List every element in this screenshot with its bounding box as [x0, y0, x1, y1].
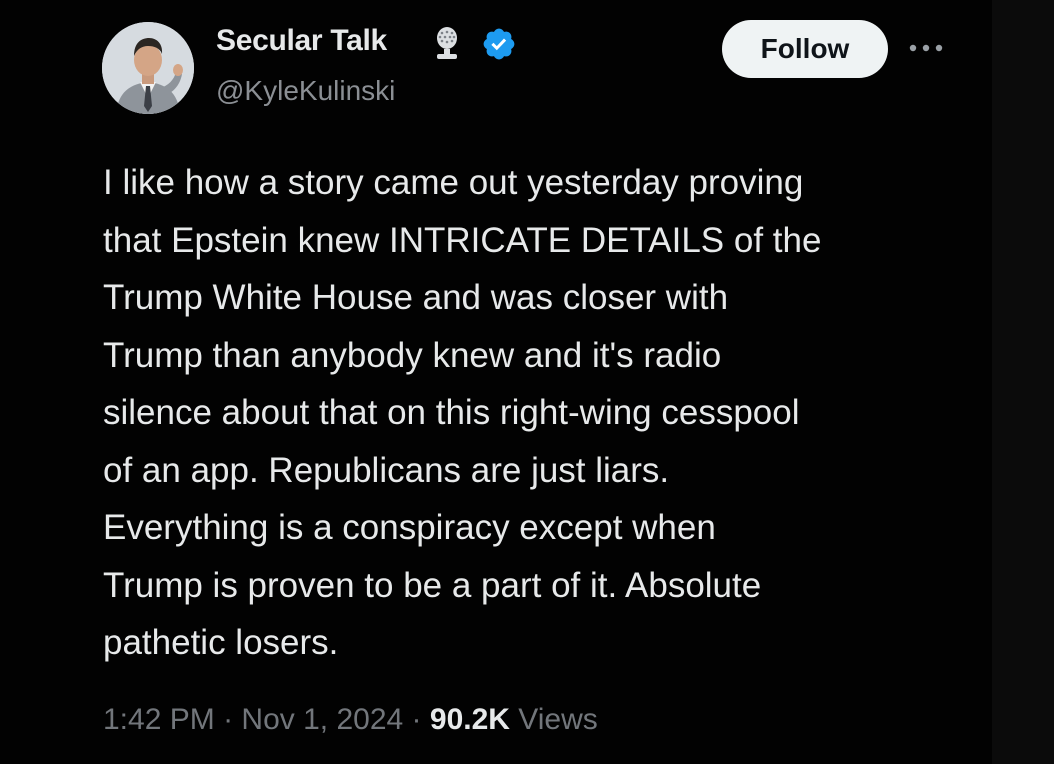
screenshot-frame: Secular Talk @KyleKulinski Follow I like…: [0, 0, 1054, 764]
avatar[interactable]: [102, 22, 194, 114]
meta-separator: ·: [411, 703, 422, 736]
tweet-card: Secular Talk @KyleKulinski Follow I like…: [0, 0, 990, 764]
microphone-icon: [437, 27, 457, 59]
tweet-text-line: pathetic losers.: [103, 623, 339, 662]
tweet-text-line: I like how a story came out yesterday pr…: [103, 163, 804, 202]
tweet-text-line: of an app. Republicans are just liars.: [103, 450, 670, 490]
right-edge-panel: [992, 0, 1054, 764]
views-count[interactable]: 90.2K: [430, 703, 510, 736]
tweet-text-line: Everything is a conspiracy except when: [103, 508, 716, 547]
follow-button[interactable]: Follow: [722, 20, 888, 78]
meta-separator: ·: [223, 703, 234, 736]
tweet-meta: 1:42 PM · Nov 1, 2024 · 90.2K Views: [103, 703, 598, 737]
views-label: Views: [518, 703, 598, 736]
verified-icon: [483, 28, 515, 60]
tweet-text-line: Trump than anybody knew and it's radio: [103, 335, 722, 375]
profile-photo: [102, 22, 194, 114]
tweet-time[interactable]: 1:42 PM: [103, 703, 215, 736]
tweet-date[interactable]: Nov 1, 2024: [241, 703, 403, 736]
tweet-text-line: that Epstein knew INTRICATE DETAILS of t…: [103, 220, 822, 260]
more-options-button[interactable]: [906, 38, 946, 58]
tweet-text-line: silence about that on this right-wing ce…: [103, 393, 800, 432]
display-name[interactable]: Secular Talk: [216, 24, 387, 58]
tweet-text-line: Trump White House and was closer with: [103, 278, 729, 317]
user-handle[interactable]: @KyleKulinski: [216, 75, 395, 107]
tweet-text-line: Trump is proven to be a part of it. Abso…: [103, 565, 762, 605]
more-horizontal-icon: [909, 44, 943, 52]
tweet-text: I like how a story came out yesterday pr…: [103, 154, 973, 672]
